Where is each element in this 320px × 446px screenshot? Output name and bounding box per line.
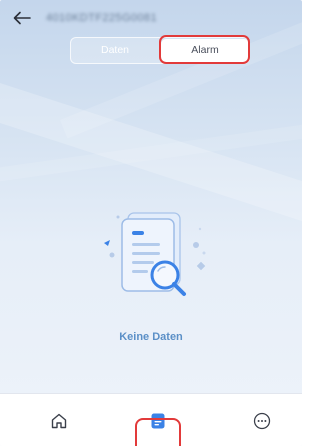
app-screen: 4010KDTF225G0081 Daten Alarm Keine Daten xyxy=(0,0,302,446)
arrow-left-icon xyxy=(13,11,31,25)
nav-data[interactable] xyxy=(143,406,173,436)
tab-alarm[interactable]: Alarm xyxy=(161,39,249,62)
bottom-navigation xyxy=(0,393,302,446)
segmented-control: Daten Alarm xyxy=(70,37,250,64)
tab-daten[interactable]: Daten xyxy=(71,38,159,63)
empty-state-message: Keine Daten xyxy=(119,331,183,343)
document-search-icon xyxy=(104,212,206,296)
device-id: 4010KDTF225G0081 xyxy=(46,12,157,24)
document-icon xyxy=(151,413,165,429)
nav-more[interactable] xyxy=(247,406,277,436)
top-bar: 4010KDTF225G0081 xyxy=(0,0,302,36)
nav-home[interactable] xyxy=(44,406,74,436)
home-icon xyxy=(51,413,67,429)
more-icon xyxy=(253,412,271,430)
back-button[interactable] xyxy=(10,8,34,28)
